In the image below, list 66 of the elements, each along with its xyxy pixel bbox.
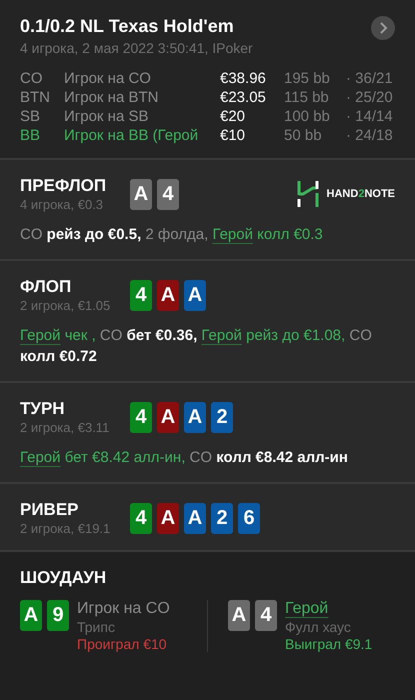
street-info: 2 игрока, €1.05 [20, 298, 112, 313]
player-stack: €38.96 [220, 70, 267, 87]
player-name[interactable]: Герой [285, 600, 372, 618]
player-stats: · 25/20 [346, 89, 394, 106]
player-big-blinds: 50 bb [284, 127, 323, 144]
player-name[interactable]: Игрок на BB (Герой [64, 127, 220, 144]
playing-card: A [184, 502, 206, 534]
playing-card: 4 [157, 178, 179, 210]
playing-card: 4 [255, 600, 277, 631]
playing-card: A [20, 600, 42, 631]
hand-rank: Трипс [77, 619, 116, 635]
player-stats: · 14/14 [346, 108, 394, 125]
logo-icon [296, 181, 319, 207]
player-name: Игрок на SB [64, 108, 150, 125]
action-line: Герой чек , CO бет €0.36, Герой рейз до €1.08, CO колл €0.72 [20, 326, 373, 367]
playing-card: A [184, 280, 206, 310]
hand-title: 0.1/0.2 NL Texas Hold'em [20, 16, 235, 37]
playing-card: A [130, 178, 152, 210]
player-position: CO [20, 70, 44, 87]
player-big-blinds: 100 bb [284, 108, 331, 125]
hand-info: 4 игрока, 2 мая 2022 3:50:41, IPoker [20, 40, 253, 56]
action-line: Герой бет €8.42 алл-ин, CO колл €8.42 алл-ин [20, 448, 349, 468]
player-position: SB [20, 108, 42, 125]
street-info: 2 игрока, €3.11 [20, 420, 110, 435]
result-amount: Проиграл €10 [77, 636, 168, 652]
street-title: ФЛОП [20, 277, 72, 297]
player-name: Игрок на CO [77, 600, 170, 618]
hero-link[interactable]: Герой [212, 226, 253, 243]
player-big-blinds: 115 bb [284, 89, 330, 106]
street-title: ТУРН [20, 399, 66, 419]
hero-link[interactable]: Герой [20, 327, 61, 344]
result-amount: Выиграл €9.1 [285, 636, 372, 652]
player-big-blinds: 195 bb [284, 70, 331, 87]
player-stack: €20 [220, 108, 246, 125]
hero-link[interactable]: Герой [20, 449, 61, 466]
playing-card: A [157, 502, 179, 534]
playing-card: 9 [47, 600, 69, 631]
player-name: Игрок на BTN [64, 89, 160, 106]
player-name: Игрок на CO [64, 70, 152, 87]
chevron-right-icon [378, 22, 388, 34]
playing-card: 4 [130, 502, 152, 534]
action-line: CO рейз до €0.5, 2 фолда, Герой колл €0.3 [20, 225, 324, 245]
logo-text: HAND2NOTE [326, 188, 395, 200]
showdown-title: ШОУДАУН [20, 568, 108, 588]
next-button[interactable] [371, 16, 395, 40]
hand-rank: Фулл хаус [285, 619, 352, 635]
playing-card: 4 [130, 280, 152, 310]
playing-card: A [157, 402, 179, 432]
hero-link[interactable]: Герой [201, 327, 242, 344]
playing-card: 6 [238, 502, 260, 534]
player-stack: €10 [220, 127, 246, 144]
playing-card: 4 [130, 402, 152, 432]
street-title: ПРЕФЛОП [20, 176, 108, 196]
player-position: BTN [20, 89, 51, 106]
playing-card: A [157, 280, 179, 310]
street-info: 2 игрока, €19.1 [20, 521, 112, 536]
player-stack: €23.05 [220, 89, 267, 106]
street-info: 4 игрока, €0.3 [20, 197, 104, 212]
player-stats: · 36/21 [346, 70, 394, 87]
player-stats: · 24/18 [346, 127, 394, 144]
street-title: РИВЕР [20, 500, 80, 520]
playing-card: 2 [211, 402, 233, 432]
player-position: BB [20, 127, 42, 144]
playing-card: A [228, 600, 250, 631]
playing-card: 2 [211, 502, 233, 534]
playing-card: A [184, 402, 206, 432]
